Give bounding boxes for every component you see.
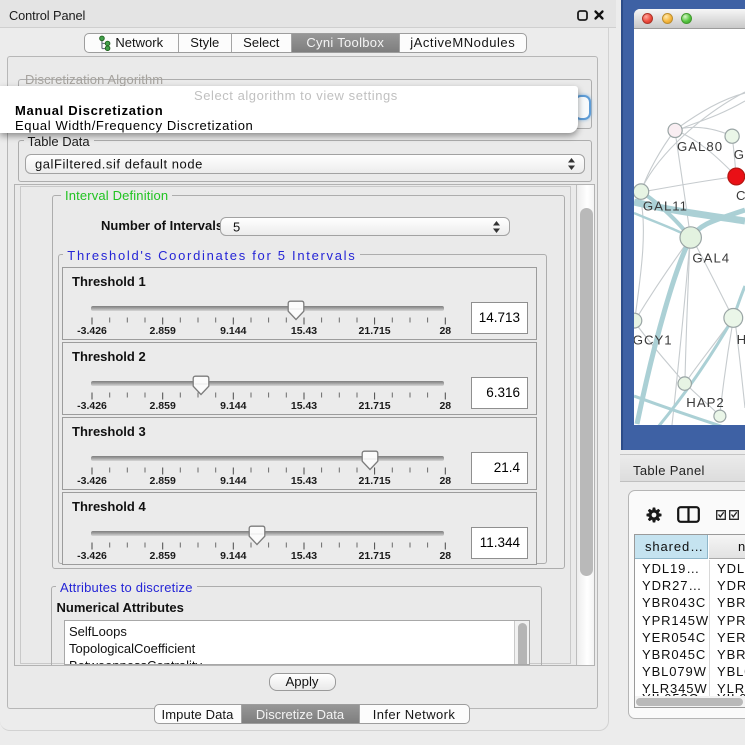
svg-text:HAP2: HAP2	[686, 395, 724, 410]
svg-text:GCY1: GCY1	[634, 333, 673, 348]
svg-text:G.: G.	[734, 147, 745, 162]
svg-text:C.: C.	[736, 188, 745, 203]
svg-text:GAL80: GAL80	[677, 139, 723, 154]
svg-text:GAL11: GAL11	[643, 199, 688, 214]
svg-text:GAL4: GAL4	[692, 251, 730, 266]
svg-text:H: H	[737, 332, 745, 347]
